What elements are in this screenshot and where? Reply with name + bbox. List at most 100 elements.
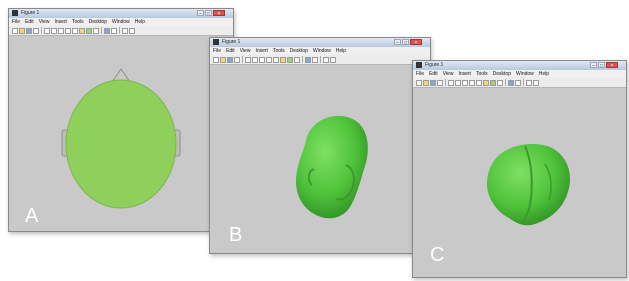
menu-view[interactable]: View	[240, 47, 251, 55]
minimize-button[interactable]: –	[590, 62, 597, 69]
axes-canvas[interactable]: C	[413, 88, 626, 277]
show-plot-tools-icon[interactable]	[330, 56, 336, 63]
zoom-in-icon[interactable]	[51, 27, 57, 34]
menu-desktop[interactable]: Desktop	[290, 47, 308, 55]
legend-icon[interactable]	[111, 27, 117, 34]
pointer-icon[interactable]	[44, 27, 50, 34]
rotate-icon[interactable]	[273, 56, 279, 63]
new-file-icon[interactable]	[213, 56, 219, 63]
new-file-icon[interactable]	[416, 79, 422, 86]
link-icon[interactable]	[93, 27, 99, 34]
menu-window[interactable]: Window	[112, 18, 130, 26]
brush-icon[interactable]	[86, 27, 92, 34]
menu-file[interactable]: File	[12, 18, 20, 26]
colorbar-icon[interactable]	[305, 56, 311, 63]
title-bar[interactable]: Figure 1 – □ ×	[9, 9, 233, 18]
menu-view[interactable]: View	[39, 18, 50, 26]
menu-insert[interactable]: Insert	[54, 18, 67, 26]
save-icon[interactable]	[227, 56, 233, 63]
head-surface	[65, 79, 177, 209]
hide-plot-tools-icon[interactable]	[526, 79, 532, 86]
print-icon[interactable]	[437, 79, 443, 86]
zoom-out-icon[interactable]	[462, 79, 468, 86]
colorbar-icon[interactable]	[508, 79, 514, 86]
menu-view[interactable]: View	[443, 70, 454, 78]
menu-desktop[interactable]: Desktop	[89, 18, 107, 26]
hide-plot-tools-icon[interactable]	[323, 56, 329, 63]
print-icon[interactable]	[234, 56, 240, 63]
title-bar[interactable]: Figure 1 – □ ×	[413, 61, 626, 70]
brush-icon[interactable]	[490, 79, 496, 86]
menu-insert[interactable]: Insert	[458, 70, 471, 78]
menu-help[interactable]: Help	[336, 47, 346, 55]
figure-window-b[interactable]: Figure 1 – □ × File Edit View Insert Too…	[209, 37, 431, 254]
close-button[interactable]: ×	[606, 62, 618, 69]
colorbar-icon[interactable]	[104, 27, 110, 34]
save-icon[interactable]	[430, 79, 436, 86]
toolbar-separator	[505, 79, 506, 86]
close-button[interactable]: ×	[410, 39, 422, 46]
matlab-icon	[213, 39, 219, 45]
data-cursor-icon[interactable]	[280, 56, 286, 63]
hide-plot-tools-icon[interactable]	[122, 27, 128, 34]
new-file-icon[interactable]	[12, 27, 18, 34]
menu-tools[interactable]: Tools	[476, 70, 488, 78]
open-folder-icon[interactable]	[423, 79, 429, 86]
pointer-icon[interactable]	[245, 56, 251, 63]
zoom-out-icon[interactable]	[259, 56, 265, 63]
zoom-out-icon[interactable]	[58, 27, 64, 34]
data-cursor-icon[interactable]	[483, 79, 489, 86]
menu-insert[interactable]: Insert	[255, 47, 268, 55]
rotate-icon[interactable]	[476, 79, 482, 86]
data-cursor-icon[interactable]	[79, 27, 85, 34]
menu-window[interactable]: Window	[516, 70, 534, 78]
minimize-button[interactable]: –	[394, 39, 401, 46]
maximize-button[interactable]: □	[402, 39, 409, 46]
figure-toolbar	[210, 55, 430, 65]
axes-canvas[interactable]: B	[210, 65, 430, 253]
save-icon[interactable]	[26, 27, 32, 34]
open-folder-icon[interactable]	[220, 56, 226, 63]
title-bar[interactable]: Figure 1 – □ ×	[210, 38, 430, 47]
menu-edit[interactable]: Edit	[226, 47, 235, 55]
pan-icon[interactable]	[469, 79, 475, 86]
panel-label: C	[430, 244, 445, 266]
menu-edit[interactable]: Edit	[25, 18, 34, 26]
toolbar-separator	[523, 79, 524, 86]
maximize-button[interactable]: □	[205, 10, 212, 17]
pan-icon[interactable]	[65, 27, 71, 34]
link-icon[interactable]	[294, 56, 300, 63]
panel-label: A	[25, 205, 39, 227]
pointer-icon[interactable]	[448, 79, 454, 86]
figure-window-a[interactable]: Figure 1 – □ × File Edit View Insert Too…	[8, 8, 234, 232]
pan-icon[interactable]	[266, 56, 272, 63]
link-icon[interactable]	[497, 79, 503, 86]
maximize-button[interactable]: □	[598, 62, 605, 69]
zoom-in-icon[interactable]	[455, 79, 461, 86]
menu-help[interactable]: Help	[539, 70, 549, 78]
axes-canvas[interactable]: A	[9, 36, 233, 231]
print-icon[interactable]	[33, 27, 39, 34]
menu-window[interactable]: Window	[313, 47, 331, 55]
legend-icon[interactable]	[515, 79, 521, 86]
zoom-in-icon[interactable]	[252, 56, 258, 63]
menu-tools[interactable]: Tools	[72, 18, 84, 26]
menu-desktop[interactable]: Desktop	[493, 70, 511, 78]
matlab-icon	[12, 10, 18, 16]
open-folder-icon[interactable]	[19, 27, 25, 34]
menu-help[interactable]: Help	[135, 18, 145, 26]
menu-edit[interactable]: Edit	[429, 70, 438, 78]
menu-tools[interactable]: Tools	[273, 47, 285, 55]
close-button[interactable]: ×	[213, 10, 225, 17]
show-plot-tools-icon[interactable]	[533, 79, 539, 86]
toolbar-separator	[445, 79, 446, 86]
figure-window-c[interactable]: Figure 1 – □ × File Edit View Insert Too…	[412, 60, 627, 278]
toolbar-separator	[119, 27, 120, 34]
brush-icon[interactable]	[287, 56, 293, 63]
rotate-icon[interactable]	[72, 27, 78, 34]
legend-icon[interactable]	[312, 56, 318, 63]
show-plot-tools-icon[interactable]	[129, 27, 135, 34]
menu-file[interactable]: File	[213, 47, 221, 55]
menu-file[interactable]: File	[416, 70, 424, 78]
minimize-button[interactable]: –	[197, 10, 204, 17]
